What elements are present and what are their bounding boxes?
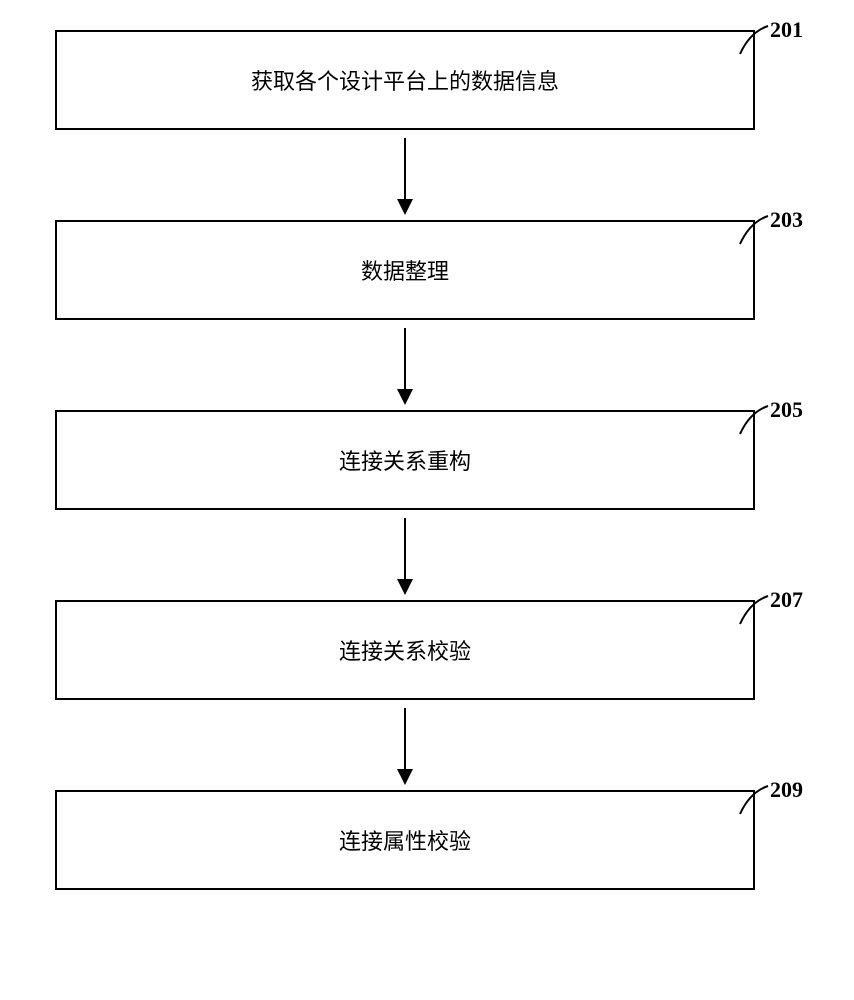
arrow-down-icon	[404, 138, 406, 213]
arrow-container	[55, 510, 755, 600]
flowchart-step-1: 201 获取各个设计平台上的数据信息	[55, 30, 755, 130]
leader-line-icon	[738, 594, 773, 629]
leader-line-icon	[738, 784, 773, 819]
flowchart-step-3: 205 连接关系重构	[55, 410, 755, 510]
arrow-container	[55, 130, 755, 220]
step-text: 数据整理	[361, 254, 449, 286]
arrow-down-icon	[404, 518, 406, 593]
flowchart-step-4: 207 连接关系校验	[55, 600, 755, 700]
step-label: 209	[770, 777, 803, 803]
step-text: 连接属性校验	[339, 824, 471, 856]
flowchart-step-5: 209 连接属性校验	[55, 790, 755, 890]
step-text: 获取各个设计平台上的数据信息	[251, 64, 559, 96]
leader-line-icon	[738, 404, 773, 439]
arrow-down-icon	[404, 328, 406, 403]
arrow-container	[55, 700, 755, 790]
flowchart-container: 201 获取各个设计平台上的数据信息 203 数据整理 205 连接关系重构 2…	[55, 30, 815, 890]
leader-line-icon	[738, 24, 773, 59]
arrow-container	[55, 320, 755, 410]
step-text: 连接关系重构	[339, 444, 471, 476]
leader-line-icon	[738, 214, 773, 249]
step-label: 201	[770, 17, 803, 43]
step-label: 207	[770, 587, 803, 613]
step-label: 203	[770, 207, 803, 233]
flowchart-step-2: 203 数据整理	[55, 220, 755, 320]
step-text: 连接关系校验	[339, 634, 471, 666]
step-label: 205	[770, 397, 803, 423]
arrow-down-icon	[404, 708, 406, 783]
